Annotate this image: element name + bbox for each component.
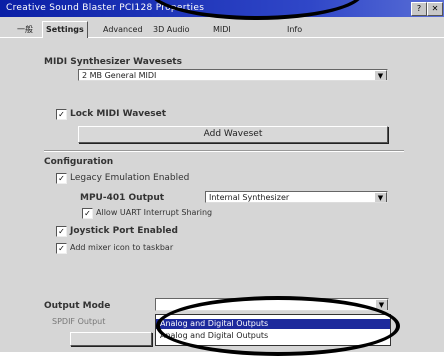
output-mode-label: Output Mode — [44, 301, 111, 311]
legacy-emulation-checkbox[interactable]: ✓ — [56, 173, 67, 184]
divider — [44, 150, 404, 152]
mpu-output-select[interactable]: Internal Synthesizer ▼ — [205, 191, 388, 203]
uart-sharing-checkbox[interactable]: ✓ — [82, 208, 93, 219]
joystick-port-checkbox[interactable]: ✓ — [56, 226, 67, 237]
tab-settings[interactable]: Settings — [42, 21, 88, 38]
waveset-select[interactable]: 2 MB General MIDI ▼ — [78, 69, 388, 81]
lock-waveset-label: Lock MIDI Waveset — [70, 109, 167, 119]
waveset-value: 2 MB General MIDI — [82, 71, 157, 80]
tab-strip: 一般 Settings Advanced 3D Audio MIDI Info — [0, 21, 444, 38]
highlight-ellipse-bottom — [156, 296, 400, 356]
lock-waveset-checkbox[interactable]: ✓ — [56, 109, 67, 120]
tab-info[interactable]: Info — [284, 23, 305, 36]
tab-midi[interactable]: MIDI — [210, 23, 234, 36]
mixer-icon-label: Add mixer icon to taskbar — [70, 243, 174, 252]
tab-advanced[interactable]: Advanced — [100, 23, 146, 36]
configuration-label: Configuration — [44, 157, 114, 167]
help-button[interactable]: ? — [411, 2, 427, 16]
ok-button[interactable] — [70, 332, 152, 346]
joystick-port-label: Joystick Port Enabled — [70, 226, 178, 236]
legacy-emulation-label: Legacy Emulation Enabled — [70, 173, 190, 183]
close-button[interactable]: ✕ — [427, 2, 443, 16]
midi-section-label: MIDI Synthesizer Wavesets — [44, 57, 182, 67]
tab-3d-audio[interactable]: 3D Audio — [150, 23, 193, 36]
dropdown-arrow-icon[interactable]: ▼ — [374, 70, 387, 80]
spdif-output-label: SPDIF Output — [52, 317, 106, 326]
uart-sharing-label: Allow UART Interrupt Sharing — [96, 208, 213, 217]
dropdown-arrow-icon[interactable]: ▼ — [374, 192, 387, 202]
tab-general[interactable]: 一般 — [14, 23, 36, 36]
mpu-output-label: MPU-401 Output — [80, 193, 165, 203]
mixer-icon-checkbox[interactable]: ✓ — [56, 243, 67, 254]
mpu-output-value: Internal Synthesizer — [209, 193, 290, 202]
add-waveset-button[interactable]: Add Waveset — [78, 126, 388, 143]
